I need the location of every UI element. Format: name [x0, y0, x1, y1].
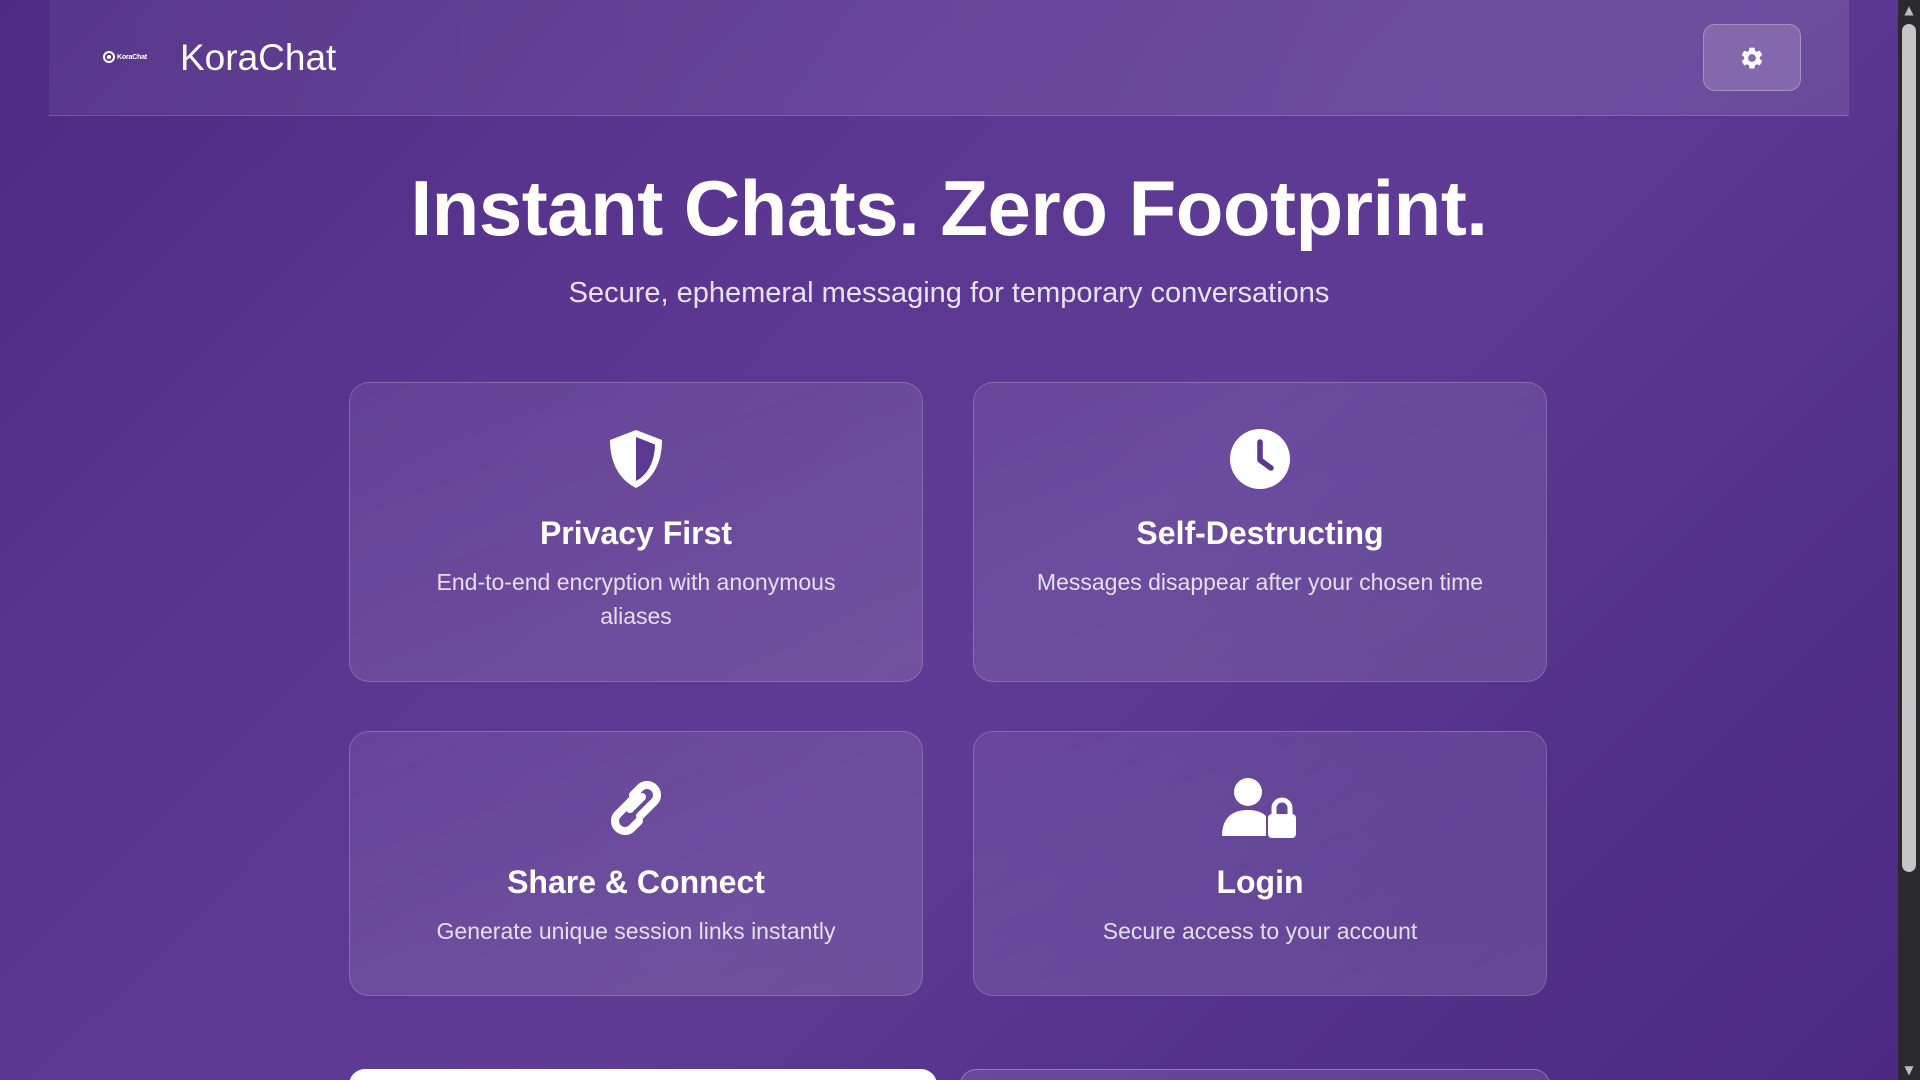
vertical-scrollbar[interactable]: ▲ ▼: [1898, 0, 1920, 1080]
feature-card-share-connect[interactable]: Share & Connect Generate unique session …: [349, 731, 923, 996]
feature-card-privacy[interactable]: Privacy First End-to-end encryption with…: [349, 382, 923, 682]
feature-card-login[interactable]: Login Secure access to your account: [973, 731, 1547, 996]
primary-action-button[interactable]: [349, 1069, 937, 1080]
gear-icon: [1741, 47, 1763, 68]
scrollbar-thumb[interactable]: [1902, 24, 1916, 872]
feature-title: Share & Connect: [507, 864, 765, 900]
hero-subtitle: Secure, ephemeral messaging for temporar…: [568, 277, 1330, 309]
top-navbar: KoraChat KoraChat: [49, 0, 1849, 116]
brand-name: KoraChat: [180, 37, 337, 78]
feature-description: Secure access to your account: [1102, 918, 1418, 944]
link-icon: [350, 776, 922, 840]
feature-description: Generate unique session links instantly: [436, 918, 836, 944]
logo-icon: [103, 51, 115, 63]
feature-card-self-destructing[interactable]: Self-Destructing Messages disappear afte…: [973, 382, 1547, 682]
secondary-action-button[interactable]: [960, 1069, 1550, 1080]
feature-title: Self-Destructing: [1136, 515, 1384, 551]
page: KoraChat KoraChat Instant Chats. Zero Fo…: [0, 0, 1898, 1080]
hero-title: Instant Chats. Zero Footprint.: [410, 164, 1488, 252]
feature-description: End-to-end encryption with anonymous ali…: [436, 569, 836, 629]
scroll-up-arrow-icon[interactable]: ▲: [1898, 0, 1920, 20]
feature-title: Privacy First: [539, 515, 733, 551]
settings-button[interactable]: [1703, 24, 1801, 91]
feature-description: Messages disappear after your chosen tim…: [1036, 569, 1484, 595]
shield-icon: [350, 427, 922, 491]
feature-title: Login: [1216, 864, 1304, 900]
scroll-down-arrow-icon[interactable]: ▼: [1898, 1060, 1920, 1080]
logo[interactable]: KoraChat: [103, 50, 151, 64]
user-lock-icon: [974, 776, 1546, 840]
logo-text: KoraChat: [117, 53, 147, 61]
clock-icon: [974, 427, 1546, 491]
